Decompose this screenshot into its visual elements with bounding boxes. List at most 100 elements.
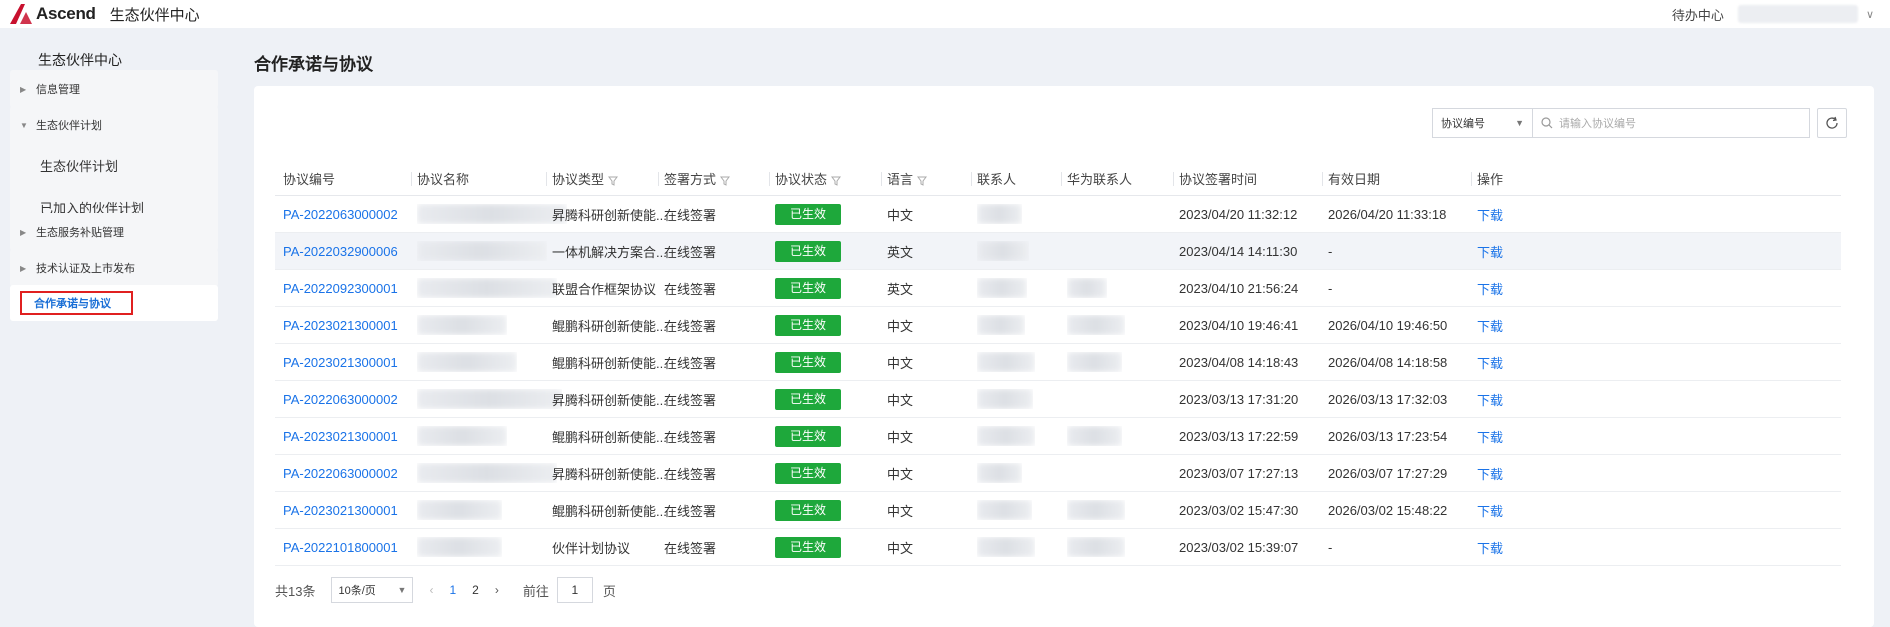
column-divider: [1322, 172, 1323, 186]
column-divider: [1173, 172, 1174, 186]
table-cell: 2023/04/10 21:56:24: [1179, 281, 1298, 296]
table-cell: 中文: [887, 427, 913, 446]
table-cell: [417, 241, 547, 261]
column-divider: [881, 172, 882, 186]
top-bar: Ascend 生态伙伴中心 待办中心 ∨: [0, 0, 1890, 28]
page-number-1[interactable]: 1: [449, 583, 456, 597]
table-row[interactable]: PA-2022032900006 一体机解决方案合... 在线签署 已生效 英文 2023…: [275, 233, 1841, 270]
chevron-down-icon[interactable]: ∨: [1866, 8, 1874, 21]
agreement-type: 昇腾科研创新使能...: [552, 392, 667, 408]
prev-page-button[interactable]: ‹: [429, 583, 433, 597]
status-badge: 已生效: [775, 240, 841, 262]
table-cell: [417, 426, 507, 446]
table-cell: 2023/03/07 17:27:13: [1179, 466, 1298, 481]
valid-date: 2026/03/13 17:23:54: [1328, 428, 1448, 444]
refresh-button[interactable]: [1817, 108, 1847, 138]
table-cell: 鲲鹏科研创新使能...: [552, 316, 667, 335]
agreement-id-link[interactable]: PA-2022032900006: [283, 244, 398, 259]
table-row[interactable]: PA-2023021300001 鲲鹏科研创新使能... 在线签署 已生效 中文 2023…: [275, 418, 1841, 455]
sidebar-subitem-partner-plan[interactable]: 生态伙伴计划: [10, 144, 218, 186]
search-input[interactable]: 请输入协议编号: [1532, 108, 1810, 138]
page-number-2[interactable]: 2: [472, 583, 479, 597]
table-cell: 下载: [1477, 353, 1503, 372]
table-row[interactable]: PA-2022092300001 联盟合作框架协议 在线签署 已生效 英文 2023/04…: [275, 270, 1841, 307]
table-cell: [1067, 315, 1125, 335]
table-row[interactable]: PA-2023021300001 鲲鹏科研创新使能... 在线签署 已生效 中文 2023…: [275, 307, 1841, 344]
download-link[interactable]: 下载: [1477, 356, 1503, 371]
valid-date: 2026/03/02 15:48:22: [1328, 502, 1448, 518]
agreement-id-link[interactable]: PA-2022063000002: [283, 392, 398, 407]
download-link[interactable]: 下载: [1477, 467, 1503, 482]
download-link[interactable]: 下载: [1477, 504, 1503, 519]
top-right-area: 待办中心 ∨: [1672, 0, 1874, 28]
filter-icon[interactable]: [831, 176, 842, 186]
table-cell: 已生效: [775, 462, 841, 484]
download-link[interactable]: 下载: [1477, 208, 1503, 223]
agreement-id-link[interactable]: PA-2022101800001: [283, 540, 398, 555]
table-cell: PA-2023021300001: [283, 318, 398, 333]
download-link[interactable]: 下载: [1477, 393, 1503, 408]
user-account[interactable]: [1737, 5, 1858, 23]
sidebar-item-subsidy-management[interactable]: ▶ 生态服务补贴管理: [10, 213, 218, 251]
table-row[interactable]: PA-2022063000002 昇腾科研创新使能... 在线签署 已生效 中文 2023…: [275, 196, 1841, 233]
status-badge: 已生效: [775, 536, 841, 558]
goto-page-input[interactable]: 1: [556, 577, 593, 603]
filter-icon[interactable]: [608, 176, 619, 186]
search-field-select[interactable]: 协议编号 ▼: [1432, 108, 1532, 138]
table-cell: 在线签署: [664, 464, 716, 483]
table-cell: 在线签署: [664, 501, 716, 520]
table-row[interactable]: PA-2023021300001 鲲鹏科研创新使能... 在线签署 已生效 中文 2023…: [275, 492, 1841, 529]
table-cell: 在线签署: [664, 427, 716, 446]
sidebar-item-label: 信息管理: [36, 84, 80, 96]
table-row[interactable]: PA-2022063000002 昇腾科研创新使能... 在线签署 已生效 中文 2023…: [275, 455, 1841, 492]
download-link[interactable]: 下载: [1477, 282, 1503, 297]
caret-down-icon: ▼: [20, 120, 28, 130]
column-header-label: 操作: [1477, 172, 1504, 187]
valid-date: -: [1328, 539, 1333, 555]
sign-method: 在线签署: [664, 429, 717, 445]
redacted-huawei-contact: [1067, 278, 1107, 298]
table-cell: 2026/03/02 15:48:22: [1328, 503, 1447, 518]
table-row[interactable]: PA-2022063000002 昇腾科研创新使能... 在线签署 已生效 中文 2023…: [275, 381, 1841, 418]
sidebar-title: 生态伙伴中心: [38, 52, 122, 68]
download-link[interactable]: 下载: [1477, 245, 1503, 260]
download-link[interactable]: 下载: [1477, 541, 1503, 556]
todo-center-link[interactable]: 待办中心: [1672, 5, 1724, 24]
language: 中文: [887, 207, 914, 223]
download-link[interactable]: 下载: [1477, 319, 1503, 334]
sidebar-item-certification[interactable]: ▶ 技术认证及上市发布: [10, 249, 218, 287]
sign-time: 2023/03/13 17:31:20: [1179, 391, 1299, 407]
table-row[interactable]: PA-2022101800001 伙伴计划协议 在线签署 已生效 中文 2023/03/0…: [275, 529, 1841, 566]
valid-date: -: [1328, 243, 1333, 259]
ascend-logo[interactable]: Ascend: [8, 2, 96, 26]
caret-right-icon: ▶: [20, 263, 27, 273]
table-cell: 英文: [887, 242, 913, 261]
table-cell: [977, 315, 1025, 335]
sidebar-item-agreements[interactable]: 合作承诺与协议: [10, 285, 218, 321]
redacted-contact: [977, 537, 1035, 557]
agreement-id-link[interactable]: PA-2023021300001: [283, 355, 398, 370]
filter-icon[interactable]: [917, 176, 928, 186]
column-header-label: 华为联系人: [1067, 172, 1133, 187]
agreement-id-link[interactable]: PA-2023021300001: [283, 503, 398, 518]
table-cell: 已生效: [775, 425, 841, 447]
agreement-type: 昇腾科研创新使能...: [552, 466, 667, 482]
sidebar-item-partner-plan[interactable]: ▼ 生态伙伴计划: [10, 106, 218, 144]
page-size-select[interactable]: 10条/页 ▼: [331, 577, 414, 603]
agreement-id-link[interactable]: PA-2023021300001: [283, 318, 398, 333]
table-cell: 下载: [1477, 316, 1503, 335]
next-page-button[interactable]: ›: [495, 583, 499, 597]
table-row[interactable]: PA-2023021300001 鲲鹏科研创新使能... 在线签署 已生效 中文 2023…: [275, 344, 1841, 381]
agreement-id-link[interactable]: PA-2023021300001: [283, 429, 398, 444]
sidebar-item-info-management[interactable]: ▶ 信息管理: [10, 70, 218, 108]
language: 英文: [887, 281, 914, 297]
sidebar-group-partner-plan: ▼ 生态伙伴计划 生态伙伴计划 已加入的伙伴计划: [10, 106, 218, 228]
agreement-id-link[interactable]: PA-2022092300001: [283, 281, 398, 296]
table-cell: 2026/03/13 17:23:54: [1328, 429, 1447, 444]
download-link[interactable]: 下载: [1477, 430, 1503, 445]
agreement-type: 鲲鹏科研创新使能...: [552, 503, 667, 519]
agreement-id-link[interactable]: PA-2022063000002: [283, 207, 398, 222]
agreement-id-link[interactable]: PA-2022063000002: [283, 466, 398, 481]
filter-icon[interactable]: [720, 176, 731, 186]
column-header: 协议类型: [552, 169, 619, 188]
